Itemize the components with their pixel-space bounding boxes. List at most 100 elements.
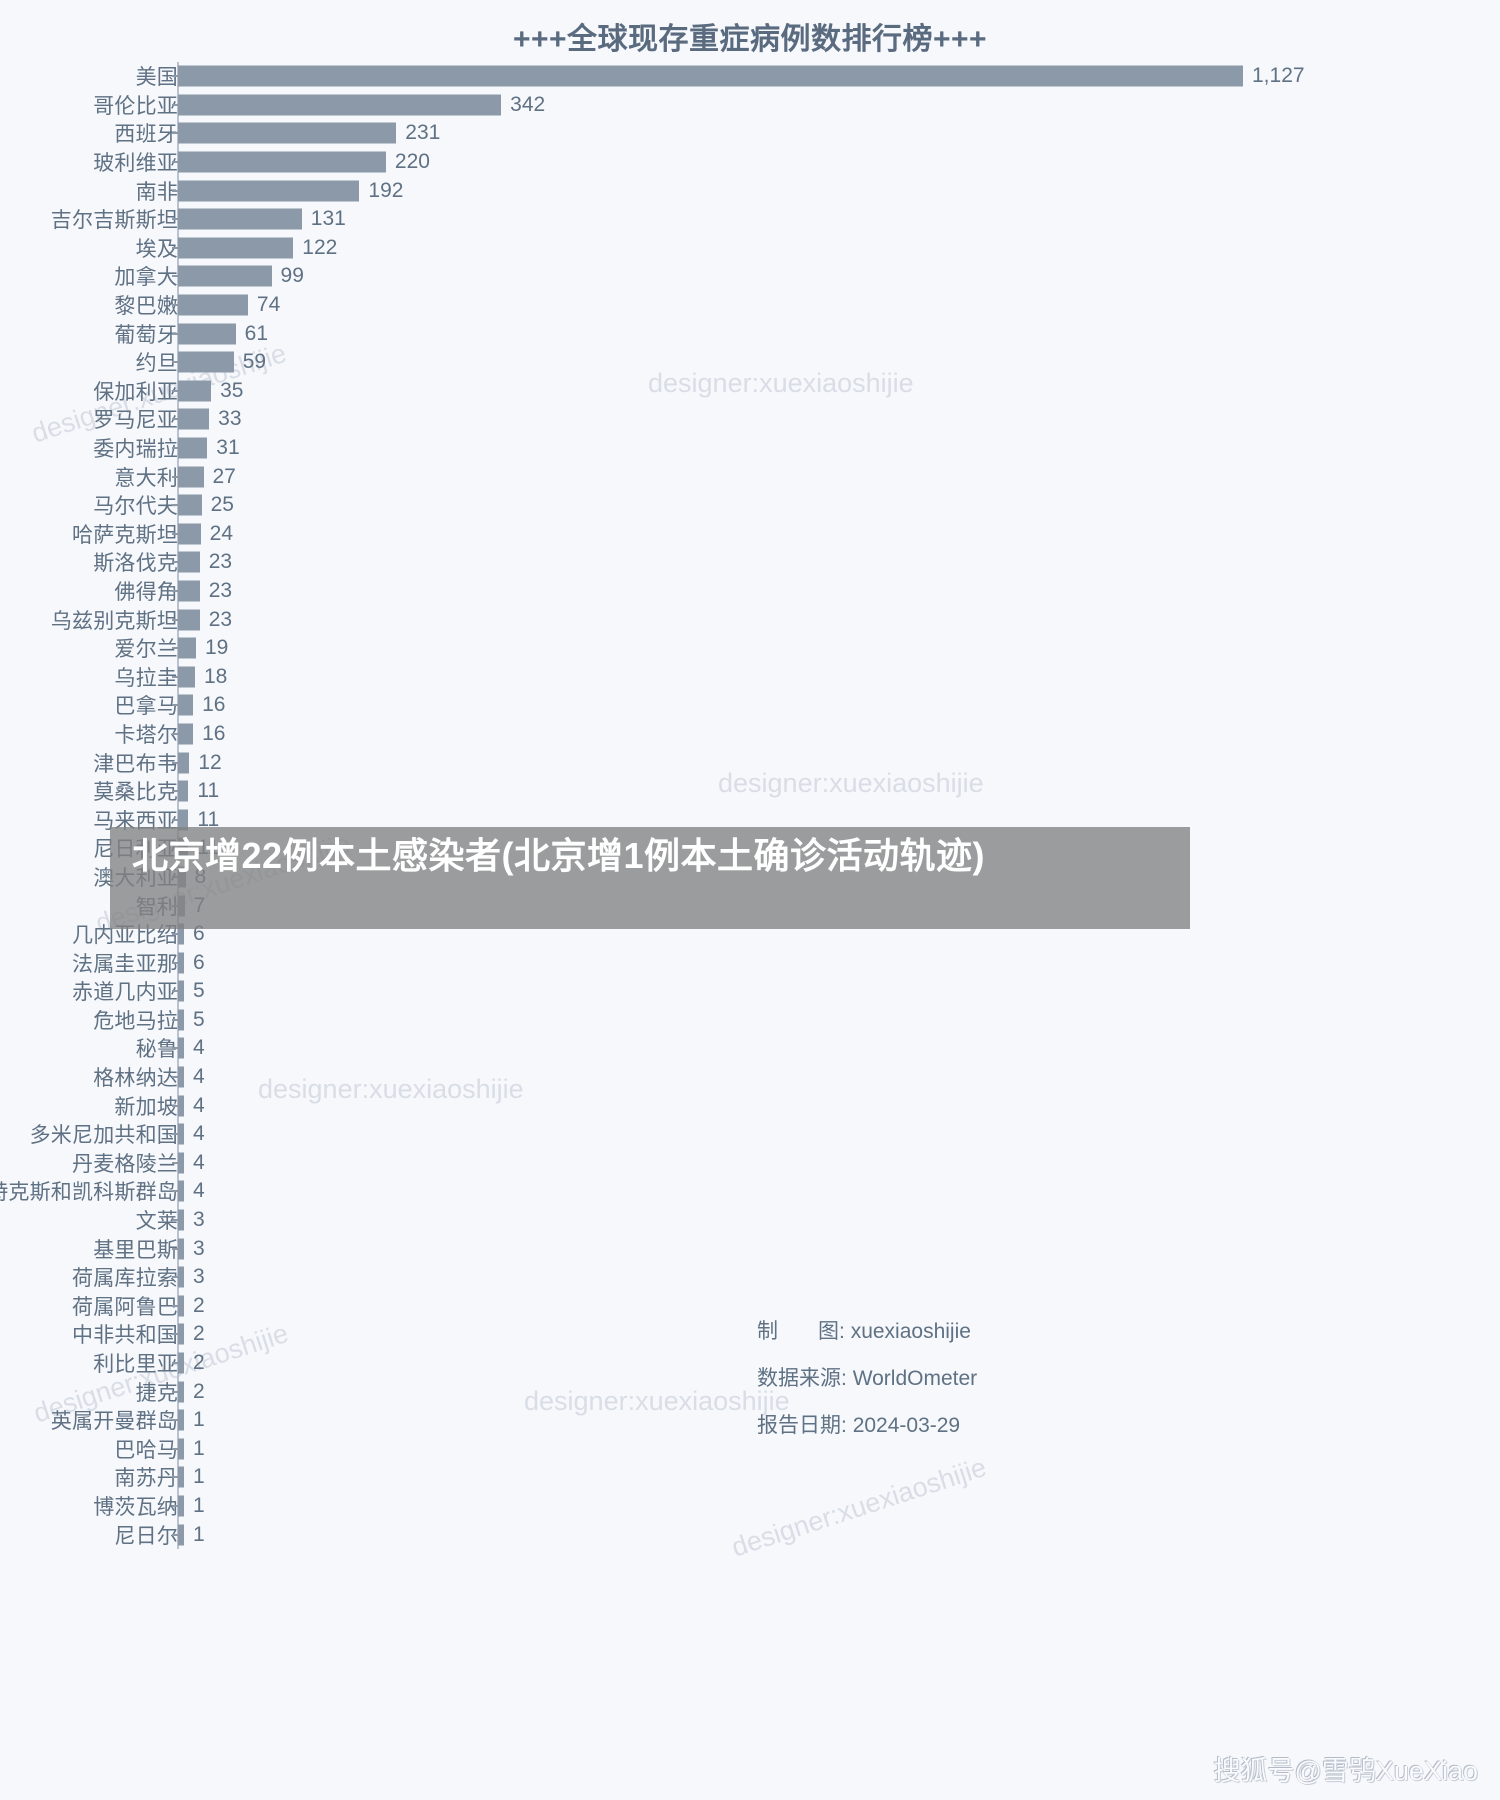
bar-row: 吉尔吉斯斯坦 131 <box>0 205 1500 234</box>
bar-row: 马尔代夫 25 <box>0 491 1500 520</box>
bar-category-label: 格林纳达 <box>93 1067 178 1091</box>
bar-value-label: 24 <box>209 521 234 545</box>
bar <box>178 1123 184 1145</box>
bar-row: 卡塔尔 16 <box>0 720 1500 749</box>
bar-row: 捷克 2 <box>0 1377 1500 1406</box>
bar-category-label: 特克斯和凯科斯群岛 <box>0 1181 178 1205</box>
page-title: +++全球现存重症病例数排行榜+++ <box>512 23 988 56</box>
bar-row: 保加利亚 35 <box>0 377 1500 406</box>
bar <box>178 1409 184 1431</box>
bar-category-label: 多米尼加共和国 <box>29 1124 178 1148</box>
bar-row: 文莱 3 <box>0 1206 1500 1235</box>
bar-row: 博茨瓦纳 1 <box>0 1492 1500 1521</box>
bar-value-label: 1 <box>193 1493 205 1517</box>
bar-row: 美国 1,127 <box>0 62 1500 91</box>
bar-value-label: 4 <box>193 1150 205 1174</box>
bar <box>178 323 236 345</box>
overlay-headline-text: 北京增22例本土感染者(北京增1例本土确诊活动轨迹) <box>132 835 986 876</box>
credit-source: 数据来源: WorldOmeter <box>757 1362 977 1392</box>
bar-row: 丹麦格陵兰 4 <box>0 1149 1500 1178</box>
bar-category-label: 利比里亚 <box>93 1353 178 1377</box>
bar <box>178 1238 184 1260</box>
bar-row: 罗马尼亚 33 <box>0 405 1500 434</box>
bar <box>178 1323 184 1345</box>
bar <box>178 752 190 774</box>
bar-value-label: 2 <box>193 1293 205 1317</box>
bar <box>178 780 189 802</box>
bar <box>178 1009 184 1031</box>
credit-date-key: 报告日期: <box>757 1414 847 1437</box>
bar-category-label: 尼日尔 <box>114 1524 178 1548</box>
bar-category-label: 西班牙 <box>114 123 178 147</box>
bar <box>178 1095 184 1117</box>
bar-category-label: 法属圭亚那 <box>72 952 178 976</box>
bar-value-label: 25 <box>210 493 234 517</box>
bar-category-label: 哥伦比亚 <box>93 94 178 118</box>
bar-category-label: 吉尔吉斯斯坦 <box>50 209 178 233</box>
bar-row: 哥伦比亚 342 <box>0 91 1500 120</box>
bar-value-label: 5 <box>193 1007 205 1031</box>
bar-category-label: 意大利 <box>114 466 178 490</box>
bar <box>178 351 234 373</box>
bar-value-label: 11 <box>197 779 220 803</box>
bar <box>178 609 200 631</box>
bar-value-label: 4 <box>193 1065 205 1089</box>
bar-category-label: 南苏丹 <box>114 1467 178 1491</box>
bar-row: 赤道几内亚 5 <box>0 977 1500 1006</box>
bar-row: 佛得角 23 <box>0 577 1500 606</box>
bar <box>178 1295 184 1317</box>
bar-value-label: 2 <box>193 1322 205 1346</box>
bar-category-label: 赤道几内亚 <box>72 981 178 1005</box>
bar-row: 黎巴嫩 74 <box>0 291 1500 320</box>
bar <box>178 694 194 716</box>
bar-value-label: 23 <box>208 607 233 631</box>
bar-category-label: 葡萄牙 <box>114 323 178 347</box>
bar-value-label: 12 <box>198 750 222 774</box>
bar <box>178 1438 184 1460</box>
bar <box>178 237 294 259</box>
bar-category-label: 佛得角 <box>114 580 178 604</box>
bar-value-label: 31 <box>216 436 240 460</box>
bar <box>178 380 212 402</box>
bar-row: 乌兹别克斯坦 23 <box>0 605 1500 634</box>
bar <box>178 1466 184 1488</box>
bar-row: 尼日尔 1 <box>0 1520 1500 1549</box>
bar-value-label: 192 <box>368 178 404 202</box>
credit-date-value: 2024-03-29 <box>852 1414 961 1437</box>
bar-category-label: 哈萨克斯坦 <box>72 523 178 547</box>
bar-value-label: 4 <box>193 1093 205 1117</box>
bar-row: 爱尔兰 19 <box>0 634 1500 663</box>
bar-value-label: 16 <box>202 721 226 745</box>
bar <box>178 1152 184 1174</box>
bar-row: 巴哈马 1 <box>0 1435 1500 1464</box>
credit-designer: 制 图: xuexiaoshijie <box>757 1315 971 1345</box>
bar-row: 乌拉圭 18 <box>0 662 1500 691</box>
bar <box>178 208 302 230</box>
bar-category-label: 新加坡 <box>114 1095 178 1119</box>
bar-value-label: 19 <box>204 636 229 660</box>
bar-value-label: 3 <box>193 1265 205 1289</box>
overlay-headline-banner[interactable]: 北京增22例本土感染者(北京增1例本土确诊活动轨迹) <box>110 827 1190 929</box>
bar-row: 加拿大 99 <box>0 262 1500 291</box>
bar-category-label: 荷属库拉索 <box>72 1267 178 1291</box>
bar-category-label: 玻利维亚 <box>93 152 178 176</box>
bar-category-label: 斯洛伐克 <box>93 552 178 576</box>
bar-value-label: 2 <box>193 1351 205 1375</box>
bar-value-label: 74 <box>256 293 281 317</box>
bar-category-label: 加拿大 <box>114 266 178 290</box>
bar <box>178 1066 184 1088</box>
bar-row: 南苏丹 1 <box>0 1463 1500 1492</box>
bar <box>178 1495 184 1517</box>
bar-category-label: 爱尔兰 <box>114 638 178 662</box>
bar <box>178 523 201 545</box>
bar <box>178 466 204 488</box>
bar-value-label: 1 <box>193 1465 205 1489</box>
bar-value-label: 23 <box>208 550 233 574</box>
bar <box>178 1352 184 1374</box>
plot-area: 美国 1,127 哥伦比亚 342 西班牙 231 玻利维亚 220 南非 192 吉尔吉斯斯坦 13… <box>0 62 1500 1549</box>
bar-category-label: 危地马拉 <box>93 1009 178 1033</box>
bar-row: 巴拿马 16 <box>0 691 1500 720</box>
bar-value-label: 27 <box>212 464 236 488</box>
bar-value-label: 33 <box>218 407 242 431</box>
bar-row: 法属圭亚那 6 <box>0 948 1500 977</box>
